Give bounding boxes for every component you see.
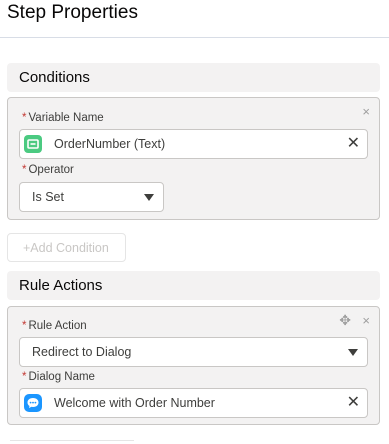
add-condition-label: +Add Condition [23,241,109,255]
operator-select[interactable]: Is Set [19,182,164,212]
condition-card: × * Variable Name OrderNumber (Text) ✕ * O… [7,97,380,220]
rule-action-value: Redirect to Dialog [32,345,132,359]
rule-action-select[interactable]: Redirect to Dialog [19,337,368,367]
chevron-down-icon [144,194,154,201]
dialog-name-field[interactable]: Welcome with Order Number ✕ [19,388,368,418]
required-marker: * [22,164,27,176]
text-variable-icon [24,135,42,153]
close-icon[interactable]: × [362,313,370,328]
required-marker: * [22,112,27,124]
clear-icon[interactable]: ✕ [347,135,360,153]
rule-actions-header: Rule Actions [7,271,380,300]
rule-actions-header-label: Rule Actions [19,277,103,294]
chevron-down-icon [348,349,358,356]
conditions-header-label: Conditions [19,69,90,86]
title-divider [0,37,389,38]
conditions-header: Conditions [7,63,380,92]
rule-action-label: * Rule Action [22,320,87,332]
dialog-name-label: * Dialog Name [22,371,95,383]
variable-name-field[interactable]: OrderNumber (Text) ✕ [19,129,368,159]
variable-name-value: OrderNumber (Text) [54,137,166,151]
add-condition-button[interactable]: +Add Condition [7,233,126,262]
clear-icon[interactable]: ✕ [347,394,360,412]
close-icon[interactable]: × [362,104,370,119]
operator-value: Is Set [32,190,64,204]
rule-action-card: ✥ × * Rule Action Redirect to Dialog * Dia… [7,306,380,425]
dialog-chat-icon [24,394,42,412]
page-title: Step Properties [7,2,138,23]
dialog-name-value: Welcome with Order Number [54,396,215,410]
bottom-divider [10,440,134,441]
move-icon[interactable]: ✥ [339,312,351,329]
required-marker: * [22,371,27,383]
operator-label: * Operator [22,164,74,176]
required-marker: * [22,320,27,332]
variable-name-label: * Variable Name [22,112,104,124]
